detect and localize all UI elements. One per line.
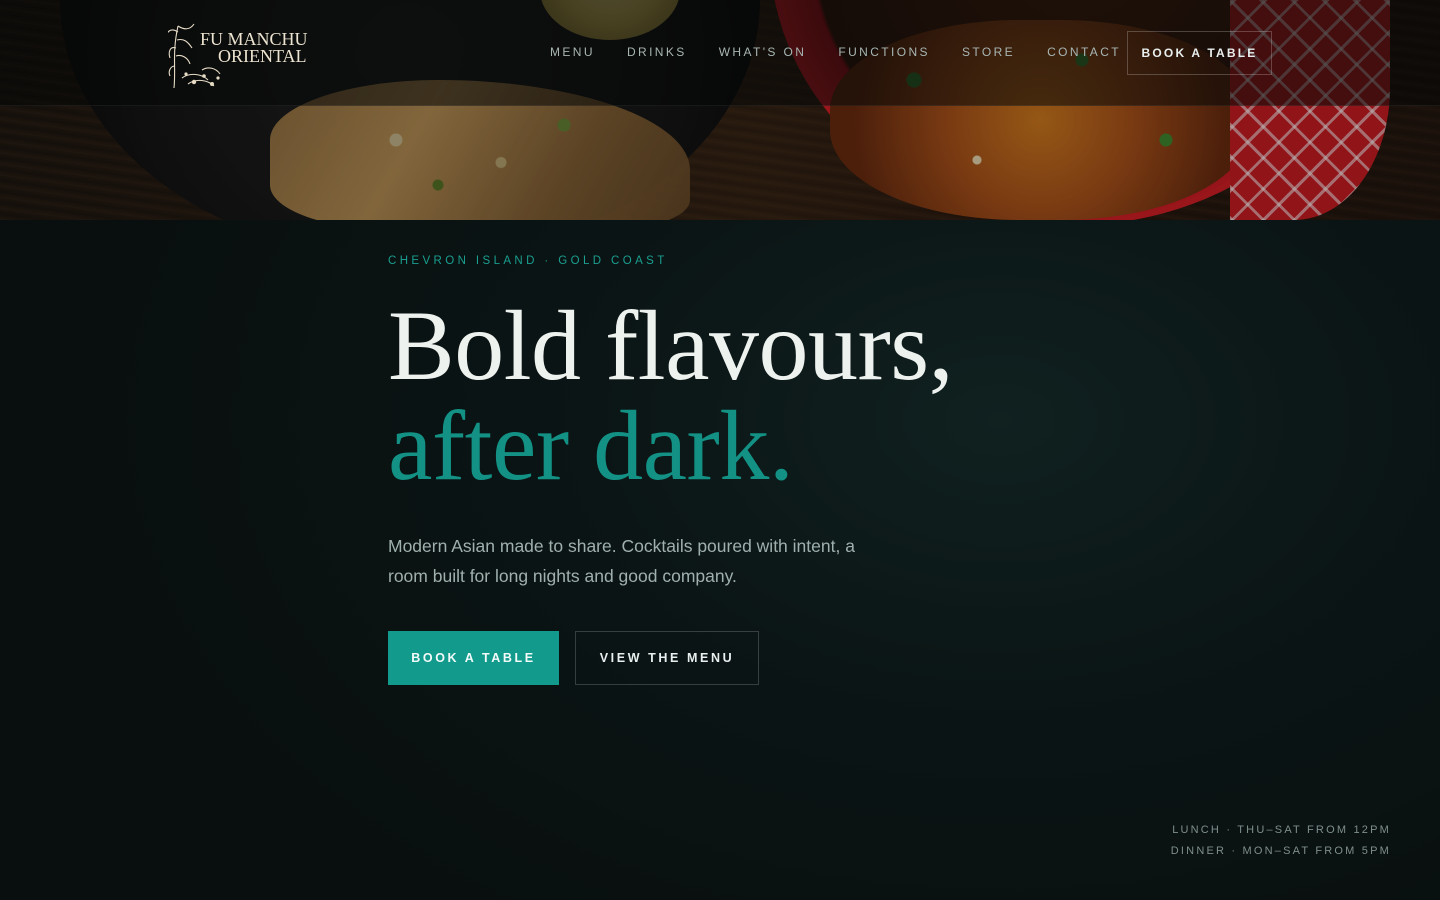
page: FU MANCHU ORIENTAL MENU DRINKS WHAT'S ON… xyxy=(0,0,1440,900)
nav-item-menu[interactable]: MENU xyxy=(550,45,595,59)
nav-item-contact[interactable]: CONTACT xyxy=(1047,45,1121,59)
location-eyebrow: CHEVRON ISLAND · GOLD COAST xyxy=(388,255,668,267)
lunch-hours: LUNCH · THU–SAT FROM 12PM xyxy=(1172,824,1391,836)
nav-item-store[interactable]: STORE xyxy=(962,45,1015,59)
primary-nav: MENU DRINKS WHAT'S ON FUNCTIONS STORE CO… xyxy=(550,45,1153,59)
hero-headline-accent: after dark. xyxy=(388,390,794,501)
top-navigation: FU MANCHU ORIENTAL MENU DRINKS WHAT'S ON… xyxy=(0,0,1440,106)
logo-text-line2: ORIENTAL xyxy=(218,46,307,66)
opening-hours: LUNCH · THU–SAT FROM 12PM DINNER · MON–S… xyxy=(1171,820,1391,862)
nav-item-drinks[interactable]: DRINKS xyxy=(627,45,687,59)
brand-logo[interactable]: FU MANCHU ORIENTAL xyxy=(168,18,308,90)
dinner-hours: DINNER · MON–SAT FROM 5PM xyxy=(1170,845,1391,857)
hero-description: Modern Asian made to share. Cocktails po… xyxy=(388,536,855,586)
book-table-button[interactable]: BOOK A TABLE xyxy=(388,631,559,685)
nav-book-table-button[interactable]: BOOK A TABLE xyxy=(1127,31,1272,75)
nav-item-whats-on[interactable]: WHAT'S ON xyxy=(719,45,807,59)
palm-leaves-icon: FU MANCHU ORIENTAL xyxy=(168,23,308,89)
nav-item-functions[interactable]: FUNCTIONS xyxy=(838,45,930,59)
hero-headline: Bold flavours, xyxy=(388,290,954,401)
view-menu-button[interactable]: VIEW THE MENU xyxy=(575,631,759,685)
